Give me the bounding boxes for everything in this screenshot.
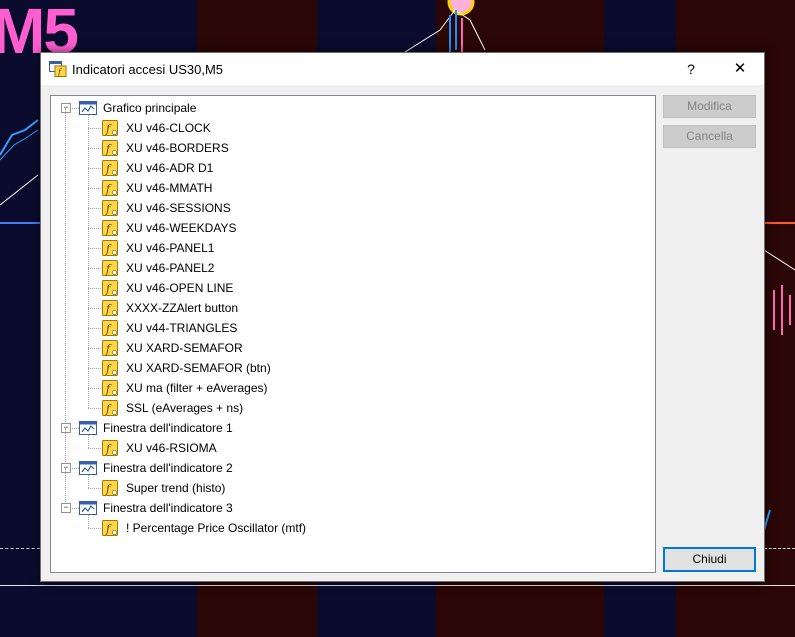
indicator-function-icon: f: [102, 200, 118, 216]
indicator-label: XU v46-SESSIONS: [126, 201, 231, 215]
tree-group-label: Grafico principale: [103, 101, 197, 115]
indicator-row[interactable]: f XU v46-CLOCK: [51, 118, 651, 138]
chart-left-lines: [0, 119, 39, 206]
tree-group-row[interactable]: − Finestra dell'indicatore 2: [51, 458, 651, 478]
indicator-function-icon: f: [102, 260, 118, 276]
collapse-toggle-icon[interactable]: −: [61, 463, 71, 473]
indicator-row[interactable]: f XU v46-OPEN LINE: [51, 278, 651, 298]
indicator-row[interactable]: f XU v46-BORDERS: [51, 138, 651, 158]
indicator-function-icon: f: [102, 520, 118, 536]
indicator-function-icon: f: [102, 340, 118, 356]
indicator-label: XU v46-PANEL2: [126, 261, 215, 275]
chart-window-icon: [79, 461, 97, 475]
tree-group-label: Finestra dell'indicatore 2: [103, 461, 233, 475]
close-button[interactable]: Chiudi: [663, 547, 756, 572]
indicator-label: ! Percentage Price Oscillator (mtf): [126, 521, 307, 535]
indicator-label: XU ma (filter + eAverages): [126, 381, 268, 395]
indicators-list-icon: f: [49, 61, 67, 77]
indicator-row[interactable]: f XU XARD-SEMAFOR (btn): [51, 358, 651, 378]
indicator-function-icon: f: [102, 280, 118, 296]
chart-right-lines: [764, 249, 795, 531]
indicator-function-icon: f: [102, 140, 118, 156]
modify-button[interactable]: Modifica: [663, 95, 756, 118]
indicator-function-icon: f: [102, 240, 118, 256]
close-window-button[interactable]: ✕: [717, 53, 763, 85]
indicator-function-icon: f: [102, 380, 118, 396]
indicator-row[interactable]: f ! Percentage Price Oscillator (mtf): [51, 518, 651, 538]
indicator-label: XU v46-MMATH: [126, 181, 213, 195]
indicator-label: XXXX-ZZAlert button: [126, 301, 239, 315]
collapse-toggle-icon[interactable]: −: [61, 423, 71, 433]
indicators-dialog: f Indicatori accesi US30,M5 ? ✕ − Grafico…: [40, 52, 765, 582]
indicator-row[interactable]: f Super trend (histo): [51, 478, 651, 498]
collapse-toggle-icon[interactable]: −: [61, 503, 71, 513]
tree-connector-line: [88, 115, 89, 408]
indicator-row[interactable]: f XU v46-SESSIONS: [51, 198, 651, 218]
indicator-row[interactable]: f SSL (eAverages + ns): [51, 398, 651, 418]
tree-connector-line: [65, 108, 66, 428]
indicator-row[interactable]: f XU ma (filter + eAverages): [51, 378, 651, 398]
indicator-row[interactable]: f XU v46-WEEKDAYS: [51, 218, 651, 238]
indicator-label: XU v46-WEEKDAYS: [126, 221, 237, 235]
indicator-function-icon: f: [102, 360, 118, 376]
tree-group-row[interactable]: − Finestra dell'indicatore 1: [51, 418, 651, 438]
indicator-label: XU v44-TRIANGLES: [126, 321, 238, 335]
indicator-function-icon: f: [102, 220, 118, 236]
indicator-function-icon: f: [102, 160, 118, 176]
indicator-row[interactable]: f XU v46-RSIOMA: [51, 438, 651, 458]
collapse-toggle-icon[interactable]: −: [61, 103, 71, 113]
indicator-row[interactable]: f XU v46-PANEL2: [51, 258, 651, 278]
tree-group-row[interactable]: − Finestra dell'indicatore 3: [51, 498, 651, 518]
indicator-label: XU XARD-SEMAFOR: [126, 341, 243, 355]
tree-connector-line: [88, 475, 89, 488]
indicator-function-icon: f: [102, 440, 118, 456]
indicator-row[interactable]: f XU v46-PANEL1: [51, 238, 651, 258]
indicator-label: XU v46-CLOCK: [126, 121, 211, 135]
indicator-function-icon: f: [102, 120, 118, 136]
indicator-label: XU v46-BORDERS: [126, 141, 229, 155]
indicator-row[interactable]: f XXXX-ZZAlert button: [51, 298, 651, 318]
indicators-tree: − Grafico principale f XU v46-CLOCK f XU v46-…: [50, 95, 656, 573]
indicator-function-icon: f: [102, 480, 118, 496]
indicator-label: SSL (eAverages + ns): [126, 401, 244, 415]
indicator-function-icon: f: [102, 400, 118, 416]
indicator-row[interactable]: f XU v46-ADR D1: [51, 158, 651, 178]
tree-connector-line: [88, 515, 89, 528]
indicator-function-icon: f: [102, 300, 118, 316]
indicator-label: XU v46-ADR D1: [126, 161, 214, 175]
chart-window-icon: [79, 101, 97, 115]
help-button[interactable]: ?: [668, 53, 714, 85]
tree-group-label: Finestra dell'indicatore 3: [103, 501, 233, 515]
chart-window-icon: [79, 501, 97, 515]
indicator-label: XU v46-PANEL1: [126, 241, 215, 255]
indicator-label: XU XARD-SEMAFOR (btn): [126, 361, 271, 375]
indicator-row[interactable]: f XU v46-MMATH: [51, 178, 651, 198]
indicator-function-icon: f: [102, 320, 118, 336]
dialog-title: Indicatori accesi US30,M5: [72, 62, 224, 77]
indicator-label: XU v46-RSIOMA: [126, 441, 217, 455]
indicator-row[interactable]: f XU XARD-SEMAFOR: [51, 338, 651, 358]
chart-window-icon: [79, 421, 97, 435]
indicator-function-icon: f: [102, 180, 118, 196]
tree-group-row[interactable]: − Grafico principale: [51, 98, 651, 118]
dialog-titlebar[interactable]: f Indicatori accesi US30,M5 ? ✕: [41, 53, 764, 85]
indicator-row[interactable]: f XU v44-TRIANGLES: [51, 318, 651, 338]
tree-group-label: Finestra dell'indicatore 1: [103, 421, 233, 435]
tree-connector-line: [88, 435, 89, 448]
indicator-label: Super trend (histo): [126, 481, 226, 495]
chart-price-candles: [404, 0, 486, 53]
delete-button[interactable]: Cancella: [663, 125, 756, 148]
indicator-label: XU v46-OPEN LINE: [126, 281, 234, 295]
